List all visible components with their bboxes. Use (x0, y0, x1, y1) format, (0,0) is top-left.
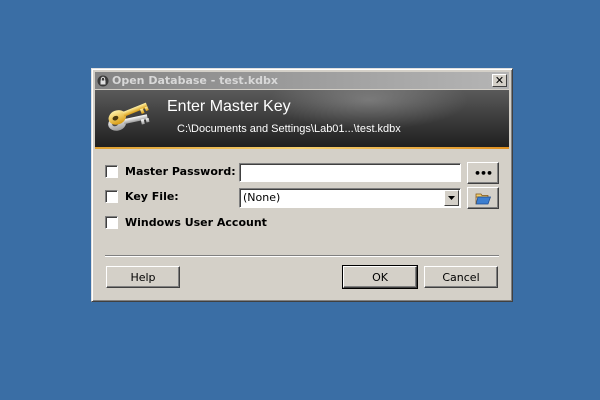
browse-key-file-button[interactable] (467, 187, 499, 209)
key-file-row: Key File: (105, 190, 179, 203)
open-database-dialog: Open Database - test.kdbx ✕ Enter Master… (91, 68, 513, 302)
key-file-selected: (None) (243, 191, 281, 204)
show-password-button[interactable]: ••• (467, 162, 499, 184)
lock-icon (97, 75, 109, 87)
windows-account-label: Windows User Account (125, 216, 267, 229)
database-path: C:\Documents and Settings\Lab01...\test.… (177, 123, 401, 135)
key-file-checkbox[interactable] (105, 190, 118, 203)
ok-button[interactable]: OK (342, 265, 418, 289)
master-password-label: Master Password: (125, 165, 236, 178)
window-title: Open Database - test.kdbx (112, 74, 278, 87)
banner-title: Enter Master Key (167, 98, 291, 115)
windows-account-row: Windows User Account (105, 216, 267, 229)
header-banner: Enter Master Key C:\Documents and Settin… (95, 90, 509, 149)
separator (105, 255, 499, 257)
cancel-button[interactable]: Cancel (424, 266, 498, 288)
key-file-dropdown[interactable]: (None) (239, 188, 461, 208)
title-bar[interactable]: Open Database - test.kdbx ✕ (95, 72, 509, 89)
help-button[interactable]: Help (106, 266, 180, 288)
chevron-down-icon[interactable] (444, 190, 459, 206)
folder-open-icon (475, 193, 491, 204)
master-password-row: Master Password: (105, 165, 236, 178)
key-icon (108, 102, 150, 131)
master-password-input[interactable] (239, 163, 461, 182)
key-file-label: Key File: (125, 190, 179, 203)
master-password-checkbox[interactable] (105, 165, 118, 178)
windows-account-checkbox[interactable] (105, 216, 118, 229)
close-button[interactable]: ✕ (492, 74, 507, 87)
banner-accent-line (95, 147, 509, 149)
